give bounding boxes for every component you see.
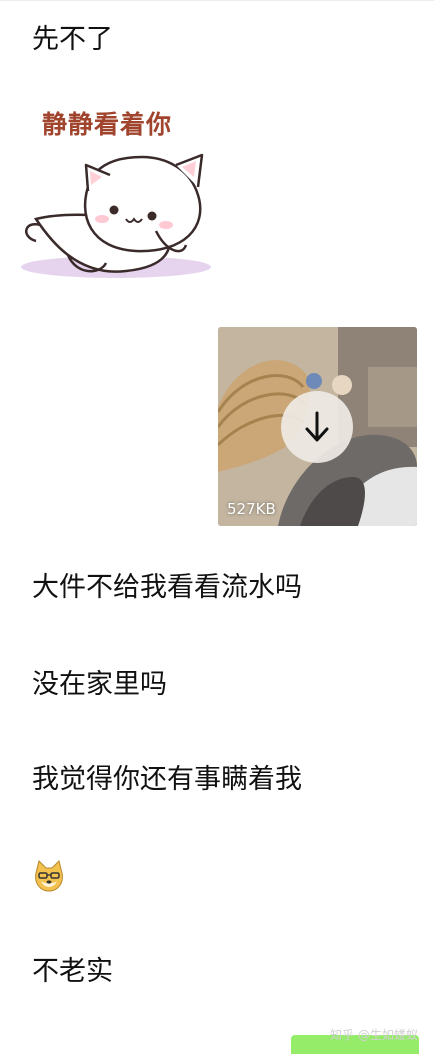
download-button[interactable] <box>281 391 353 463</box>
file-size-label: 527KB <box>227 500 276 518</box>
message-text[interactable]: 没在家里吗 <box>32 668 167 702</box>
watermark: 知乎 @生如蝼蚁 <box>330 1028 418 1042</box>
download-arrow-icon <box>305 411 329 442</box>
cat-sticker[interactable]: 静静看着你 <box>16 99 212 287</box>
video-message[interactable]: 527KB <box>218 327 417 526</box>
sticker-caption: 静静看着你 <box>42 110 173 139</box>
chat-screen: 先不了 静静看着你 527KB 大件不给我看看流水吗 没在家里吗 我觉得你还有事… <box>0 0 434 1054</box>
message-text[interactable]: 我觉得你还有事瞒着我 <box>32 763 302 797</box>
doge-emoji-icon[interactable] <box>32 859 66 893</box>
message-text[interactable]: 先不了 <box>32 23 113 57</box>
message-text[interactable]: 大件不给我看看流水吗 <box>32 571 302 605</box>
message-text[interactable]: 不老实 <box>32 955 113 989</box>
